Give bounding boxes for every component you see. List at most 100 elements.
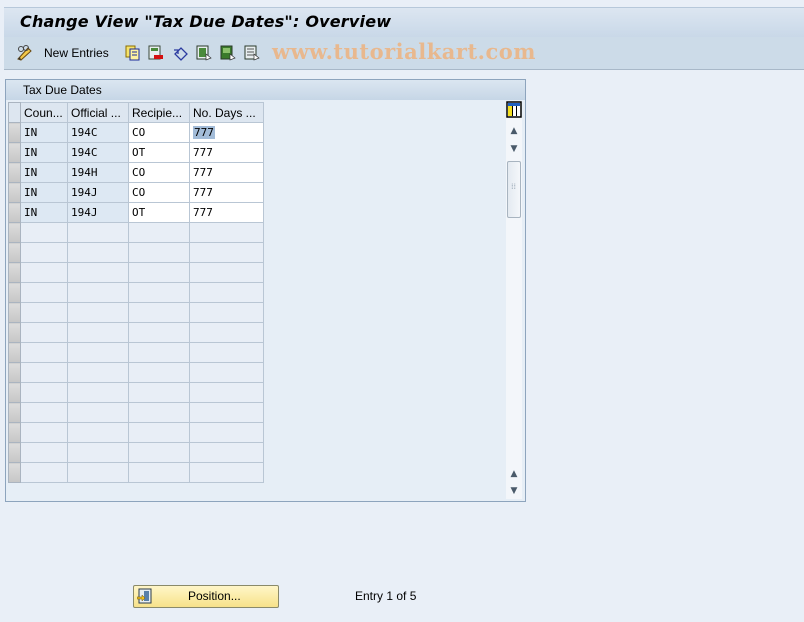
empty-cell[interactable] [20, 222, 68, 243]
empty-cell[interactable] [189, 382, 264, 403]
empty-cell[interactable] [20, 362, 68, 383]
empty-cell[interactable] [128, 302, 190, 323]
empty-cell[interactable] [67, 282, 129, 303]
table-settings-button[interactable] [506, 101, 522, 118]
empty-cell[interactable] [20, 342, 68, 363]
undo-change-button[interactable] [172, 43, 190, 63]
empty-cell[interactable] [189, 442, 264, 463]
empty-cell[interactable] [189, 462, 264, 483]
empty-cell[interactable] [189, 222, 264, 243]
empty-cell[interactable] [20, 242, 68, 263]
select-all-button[interactable] [196, 43, 212, 63]
cell-recipient-type[interactable]: OT [128, 142, 190, 163]
empty-cell[interactable] [128, 322, 190, 343]
column-header-no-days[interactable]: No. Days ... [189, 102, 264, 123]
empty-cell[interactable] [189, 362, 264, 383]
change-display-button[interactable] [16, 43, 34, 63]
cell-no-days[interactable]: 777 [189, 122, 264, 143]
empty-cell[interactable] [128, 442, 190, 463]
empty-cell[interactable] [67, 462, 129, 483]
empty-cell[interactable] [20, 262, 68, 283]
empty-cell[interactable] [67, 242, 129, 263]
empty-cell[interactable] [67, 262, 129, 283]
row-selector[interactable] [8, 162, 21, 183]
scroll-page-down-button[interactable]: ▼ [507, 142, 521, 156]
empty-cell[interactable] [67, 342, 129, 363]
column-header-official-key[interactable]: Official ... [67, 102, 129, 123]
empty-cell[interactable] [128, 422, 190, 443]
position-button[interactable]: Position... [133, 585, 279, 608]
empty-cell[interactable] [189, 402, 264, 423]
scroll-up-button[interactable]: ▲ [507, 124, 521, 138]
row-selector[interactable] [8, 262, 21, 283]
cell-no-days[interactable]: 777 [189, 202, 264, 223]
row-selector[interactable] [8, 362, 21, 383]
empty-cell[interactable] [20, 462, 68, 483]
empty-cell[interactable] [67, 322, 129, 343]
empty-cell[interactable] [20, 282, 68, 303]
column-header-country[interactable]: Coun... [20, 102, 68, 123]
empty-cell[interactable] [20, 422, 68, 443]
empty-cell[interactable] [128, 342, 190, 363]
select-all-rows-button[interactable] [8, 102, 21, 123]
empty-cell[interactable] [128, 282, 190, 303]
empty-cell[interactable] [67, 402, 129, 423]
cell-no-days[interactable]: 777 [189, 142, 264, 163]
empty-cell[interactable] [67, 422, 129, 443]
empty-cell[interactable] [128, 222, 190, 243]
empty-cell[interactable] [128, 362, 190, 383]
row-selector[interactable] [8, 242, 21, 263]
empty-cell[interactable] [128, 462, 190, 483]
empty-cell[interactable] [67, 222, 129, 243]
empty-cell[interactable] [67, 362, 129, 383]
vertical-scrollbar[interactable]: ▲ ▼ ⁞⁞ ▲ ▼ [506, 101, 522, 499]
cell-no-days[interactable]: 777 [189, 182, 264, 203]
row-selector[interactable] [8, 122, 21, 143]
row-selector[interactable] [8, 382, 21, 403]
empty-cell[interactable] [189, 282, 264, 303]
row-selector[interactable] [8, 422, 21, 443]
deselect-all-button[interactable] [244, 43, 260, 63]
row-selector[interactable] [8, 322, 21, 343]
row-selector[interactable] [8, 142, 21, 163]
row-selector[interactable] [8, 182, 21, 203]
copy-as-button[interactable] [125, 43, 141, 63]
row-selector[interactable] [8, 462, 21, 483]
empty-cell[interactable] [189, 302, 264, 323]
new-entries-button[interactable]: New Entries [44, 43, 109, 63]
empty-cell[interactable] [128, 382, 190, 403]
select-block-button[interactable] [220, 43, 236, 63]
row-selector[interactable] [8, 282, 21, 303]
empty-cell[interactable] [189, 242, 264, 263]
empty-cell[interactable] [67, 302, 129, 323]
empty-cell[interactable] [128, 402, 190, 423]
cell-recipient-type[interactable]: CO [128, 182, 190, 203]
cell-recipient-type[interactable]: CO [128, 162, 190, 183]
scrollbar-thumb[interactable]: ⁞⁞ [507, 161, 521, 218]
empty-cell[interactable] [128, 242, 190, 263]
row-selector[interactable] [8, 342, 21, 363]
empty-cell[interactable] [20, 322, 68, 343]
empty-cell[interactable] [189, 342, 264, 363]
scroll-page-up-button[interactable]: ▲ [507, 467, 521, 481]
cell-no-days[interactable]: 777 [189, 162, 264, 183]
empty-cell[interactable] [20, 402, 68, 423]
cell-recipient-type[interactable]: CO [128, 122, 190, 143]
empty-cell[interactable] [189, 322, 264, 343]
empty-cell[interactable] [128, 262, 190, 283]
empty-cell[interactable] [20, 442, 68, 463]
empty-cell[interactable] [67, 442, 129, 463]
empty-cell[interactable] [20, 382, 68, 403]
empty-cell[interactable] [67, 382, 129, 403]
delete-button[interactable] [148, 43, 164, 63]
empty-cell[interactable] [189, 262, 264, 283]
row-selector[interactable] [8, 202, 21, 223]
column-header-recipient-type[interactable]: Recipie... [128, 102, 190, 123]
cell-recipient-type[interactable]: OT [128, 202, 190, 223]
scroll-down-button[interactable]: ▼ [507, 484, 521, 498]
row-selector[interactable] [8, 302, 21, 323]
empty-cell[interactable] [189, 422, 264, 443]
row-selector[interactable] [8, 222, 21, 243]
row-selector[interactable] [8, 402, 21, 423]
row-selector[interactable] [8, 442, 21, 463]
